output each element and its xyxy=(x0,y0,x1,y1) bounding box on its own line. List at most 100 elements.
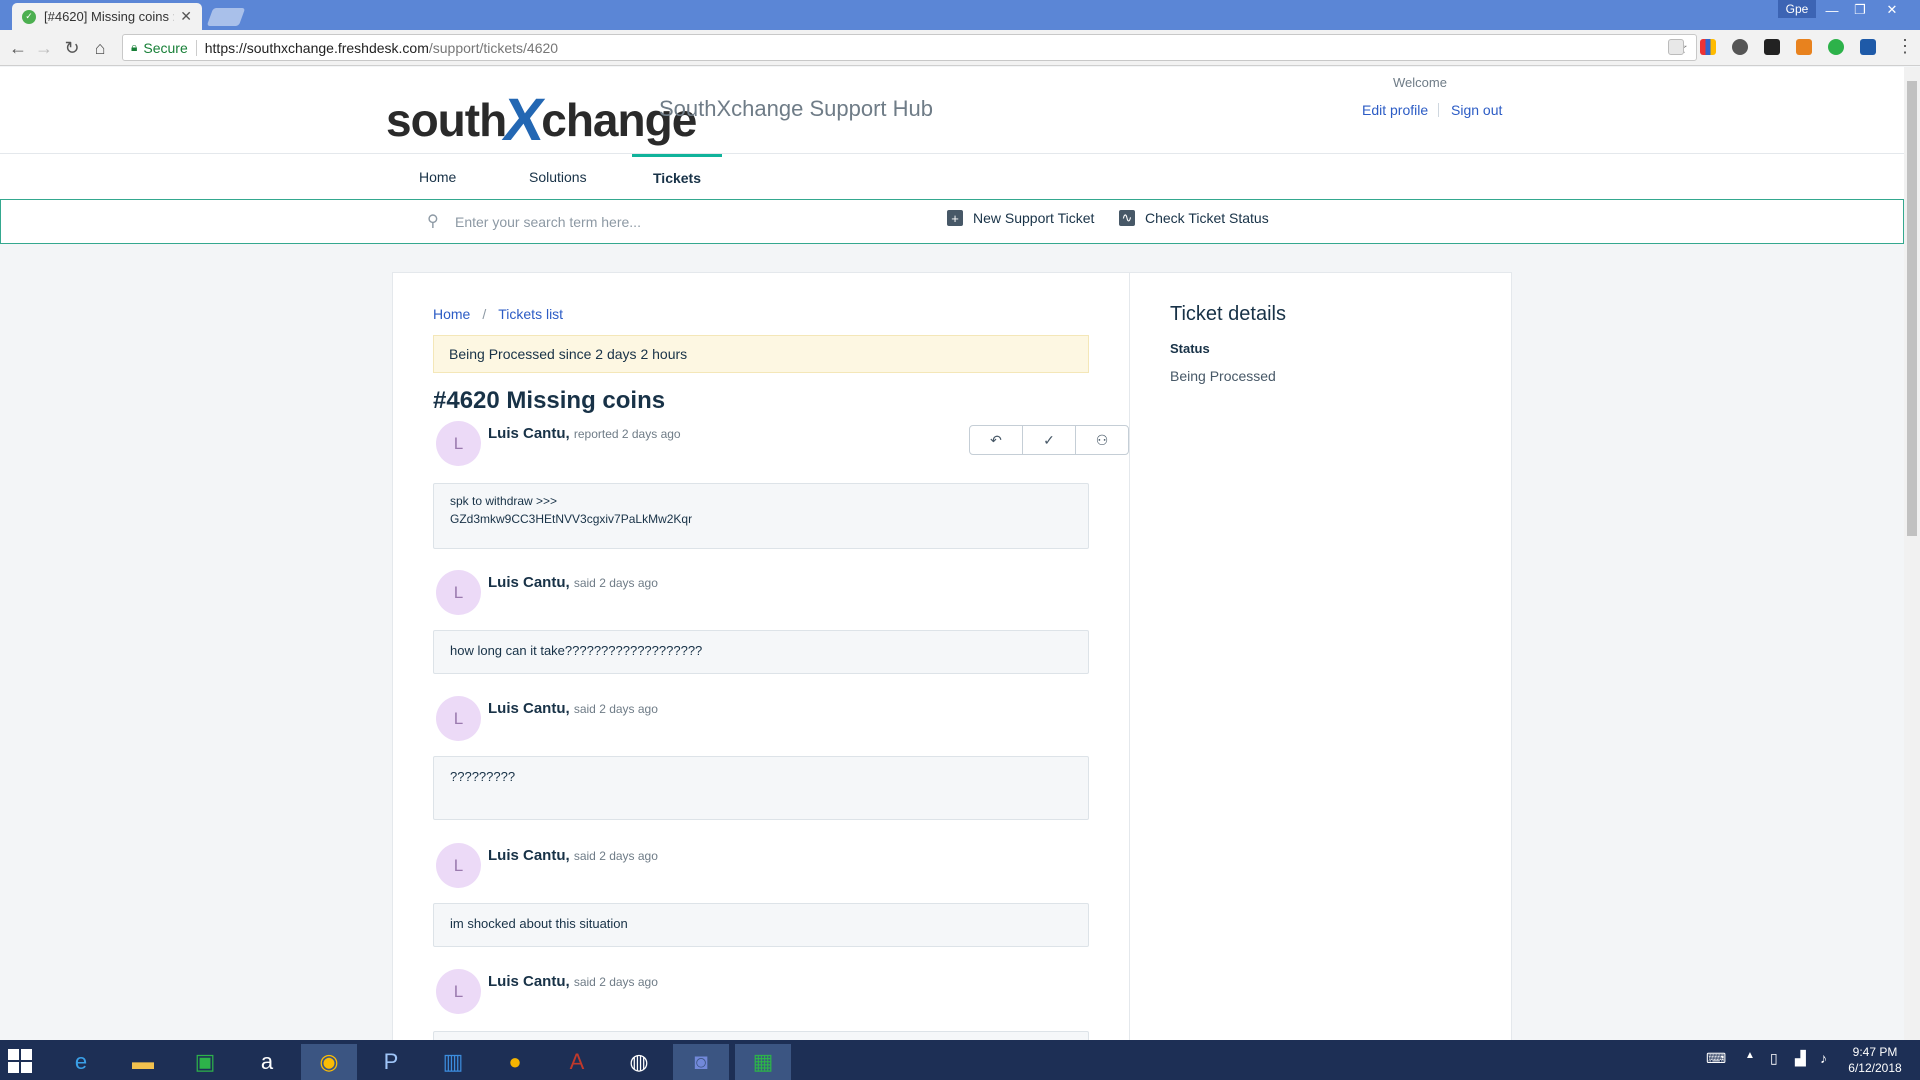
avatar: L xyxy=(436,570,481,615)
extension-icon[interactable] xyxy=(1700,39,1716,55)
calculator-icon[interactable]: ▦ xyxy=(735,1044,791,1080)
pulse-icon: ∿ xyxy=(1119,210,1135,226)
author-name: Luis Cantu, xyxy=(488,700,570,717)
search-icon: ⚲ xyxy=(427,213,439,230)
nav-solutions[interactable]: Solutions xyxy=(529,154,587,199)
acrobat-icon[interactable]: A xyxy=(549,1044,605,1080)
url-host: https://southxchange.freshdesk.com xyxy=(204,39,429,56)
ticket-title: #4620 Missing coins xyxy=(433,387,666,414)
page: south Xchange SouthXchange Support Hub We… xyxy=(0,67,1904,1040)
sign-out-link[interactable]: Sign out xyxy=(1451,102,1502,118)
clock-date: 6/12/2018 xyxy=(1848,1061,1902,1075)
author-line: Luis Cantu, said 2 days ago xyxy=(488,847,658,864)
profile-badge[interactable]: Gpe xyxy=(1778,0,1816,18)
tray-up-arrow-icon[interactable]: ▲ xyxy=(1745,1050,1755,1061)
url-path: /support/tickets/4620 xyxy=(428,39,559,56)
close-ticket-button[interactable]: ✓ xyxy=(1023,426,1076,454)
author-line: Luis Cantu, said 2 days ago xyxy=(488,700,658,717)
new-support-ticket-label: New Support Ticket xyxy=(973,210,1095,226)
extension-icon[interactable] xyxy=(1764,39,1780,55)
avatar: L xyxy=(436,969,481,1014)
extension-icon[interactable] xyxy=(1732,39,1748,55)
browser-title-bar: ✓ [#4620] Missing coins : S ✕ Gpe — ❐ ✕ xyxy=(0,0,1920,30)
scrollbar-thumb[interactable] xyxy=(1907,81,1917,536)
restore-icon[interactable]: ❐ xyxy=(1846,0,1874,20)
windows-taskbar: e ▬ ▣ a ◉ P ▥ ● A ◍ ◙ ▦ ⌨ ▲ ▯ ▟ ♪ 9:47 P… xyxy=(0,1040,1920,1080)
message-meta: said 2 days ago xyxy=(573,702,658,716)
column-divider xyxy=(1129,273,1130,1040)
status-label: Status xyxy=(1170,341,1210,356)
breadcrumb-home[interactable]: Home xyxy=(433,306,470,322)
nav-home[interactable]: Home xyxy=(419,154,456,199)
new-tab-button[interactable] xyxy=(206,8,246,26)
reply-button[interactable]: ↶ xyxy=(970,426,1023,454)
new-support-ticket-link[interactable]: + New Support Ticket xyxy=(947,210,1094,226)
freshdesk-favicon-icon: ✓ xyxy=(22,9,36,24)
edit-profile-link[interactable]: Edit profile xyxy=(1362,102,1428,118)
reload-icon[interactable]: ↻ xyxy=(60,36,84,60)
discord-icon[interactable]: ◙ xyxy=(673,1044,729,1080)
message-meta: said 2 days ago xyxy=(573,576,658,590)
app-icon[interactable]: ◍ xyxy=(611,1044,667,1080)
site-header: south Xchange SouthXchange Support Hub We… xyxy=(0,67,1904,154)
add-people-button[interactable]: ⚇ xyxy=(1076,426,1128,454)
logo-text-south: south xyxy=(386,93,507,146)
close-window-icon[interactable]: ✕ xyxy=(1878,0,1906,20)
ticket-actions: ↶ ✓ ⚇ xyxy=(969,425,1129,455)
file-explorer-icon[interactable]: ▬ xyxy=(115,1044,171,1080)
search-bar: ⚲ + New Support Ticket ∿ Check Ticket St… xyxy=(0,199,1904,244)
message-line: GZd3mkw9CC3HEtNVV3cgxiv7PaLkMw2Kqr xyxy=(450,512,693,526)
reply-icon: ↶ xyxy=(990,431,1002,448)
message-body: how long can it take??????????????????? xyxy=(433,630,1089,674)
taskbar-clock[interactable]: 9:47 PM 6/12/2018 xyxy=(1840,1044,1910,1076)
back-icon[interactable]: ← xyxy=(6,36,30,60)
signal-icon[interactable]: ▟ xyxy=(1795,1050,1806,1067)
address-bar[interactable]: 🔒︎ Secure https://southxchange.freshdesk… xyxy=(122,34,1697,61)
check-ticket-status-link[interactable]: ∿ Check Ticket Status xyxy=(1119,210,1269,226)
minimize-icon[interactable]: — xyxy=(1818,0,1846,20)
keyboard-icon[interactable]: ⌨ xyxy=(1706,1050,1726,1067)
breadcrumb-tickets-list[interactable]: Tickets list xyxy=(498,306,563,322)
coin-wallet-icon[interactable]: ● xyxy=(487,1044,543,1080)
browser-menu-icon[interactable]: ⋮ xyxy=(1896,36,1914,57)
tab-title: [#4620] Missing coins : S xyxy=(44,9,175,24)
app-p-icon[interactable]: P xyxy=(363,1044,419,1080)
avatar: L xyxy=(436,843,481,888)
home-icon[interactable]: ⌂ xyxy=(88,36,112,60)
extension-icon[interactable] xyxy=(1860,39,1876,55)
welcome-text: Welcome xyxy=(1393,75,1447,90)
extension-icon[interactable] xyxy=(1668,39,1684,55)
close-tab-icon[interactable]: ✕ xyxy=(180,8,192,25)
browser-toolbar: ← → ↻ ⌂ 🔒︎ Secure https://southxchange.f… xyxy=(0,30,1920,66)
store-icon[interactable]: ▣ xyxy=(177,1044,233,1080)
avatar: L xyxy=(436,421,481,466)
divider xyxy=(1438,103,1439,117)
message-body: ????????? xyxy=(433,756,1089,820)
ticket-details-title: Ticket details xyxy=(1170,303,1286,325)
internet-explorer-icon[interactable]: e xyxy=(53,1044,109,1080)
windows-start-icon[interactable] xyxy=(8,1049,32,1073)
network-icon[interactable]: ▯ xyxy=(1770,1050,1778,1067)
breadcrumb: Home / Tickets list xyxy=(433,306,563,322)
main-nav: Home Solutions Tickets xyxy=(0,154,1904,199)
author-line: Luis Cantu, said 2 days ago xyxy=(488,574,658,591)
chart-app-icon[interactable]: ▥ xyxy=(425,1044,481,1080)
forward-icon[interactable]: → xyxy=(32,36,56,60)
author-name: Luis Cantu, xyxy=(488,973,570,990)
message-line: how long can it take??????????????????? xyxy=(450,643,703,658)
message-meta: reported 2 days ago xyxy=(573,427,681,441)
amazon-icon[interactable]: a xyxy=(239,1044,295,1080)
chrome-icon[interactable]: ◉ xyxy=(301,1044,357,1080)
message-body xyxy=(433,1031,1089,1040)
author-name: Luis Cantu, xyxy=(488,574,570,591)
extension-icon[interactable] xyxy=(1828,39,1844,55)
message-meta: said 2 days ago xyxy=(573,975,658,989)
browser-tab[interactable]: ✓ [#4620] Missing coins : S ✕ xyxy=(12,3,202,30)
page-scrollbar[interactable] xyxy=(1904,67,1920,1040)
ticket-card: Home / Tickets list Being Processed sinc… xyxy=(392,272,1512,1040)
southxchange-logo[interactable]: south Xchange xyxy=(386,85,697,154)
nav-tickets[interactable]: Tickets xyxy=(632,154,722,199)
search-input[interactable] xyxy=(455,210,915,234)
metamask-icon[interactable] xyxy=(1796,39,1812,55)
volume-icon[interactable]: ♪ xyxy=(1820,1050,1827,1066)
